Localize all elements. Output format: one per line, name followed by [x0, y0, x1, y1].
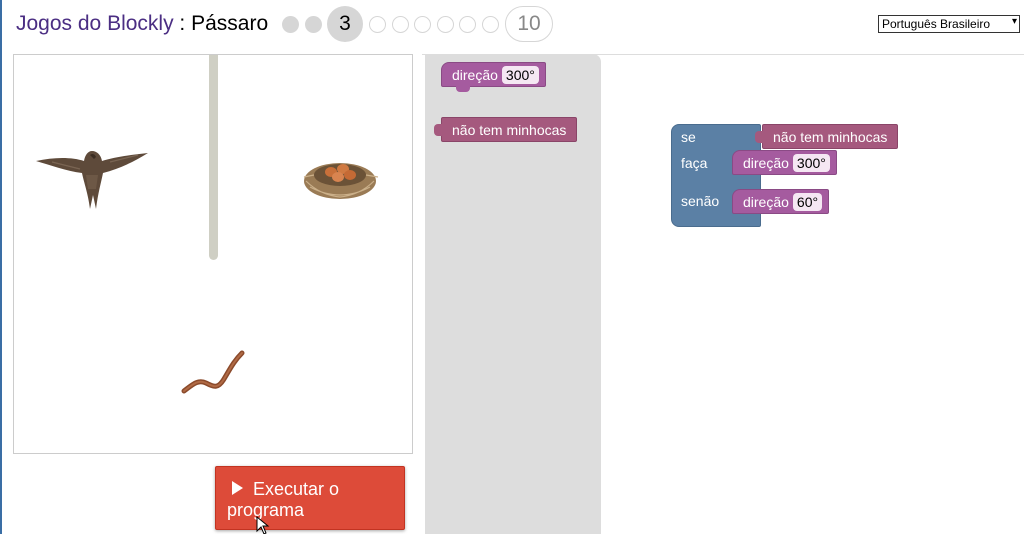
play-icon	[232, 481, 243, 495]
else-heading-angle-field[interactable]: 60°	[792, 192, 823, 211]
game-name: Pássaro	[191, 12, 269, 35]
nest-icon	[303, 163, 379, 199]
chevron-down-icon: ▾	[1011, 16, 1017, 27]
program-heading-block-else[interactable]: direção 60°	[732, 189, 830, 214]
level-selector: 3 10	[282, 6, 553, 42]
do-label: faça	[681, 155, 708, 171]
level-7-link[interactable]	[436, 15, 454, 33]
run-program-button[interactable]: Executar o programa	[215, 466, 405, 530]
program-heading-block-do[interactable]: direção 300°	[732, 150, 837, 175]
page-title: Jogos do Blockly : Pássaro	[16, 12, 268, 36]
language-select-value: Português Brasileiro	[882, 17, 991, 31]
mouse-cursor-icon	[256, 516, 270, 534]
block-connector	[456, 86, 470, 92]
toolbox-no-worm-block[interactable]: não tem minhocas	[434, 117, 578, 142]
else-heading-label: direção	[743, 193, 789, 210]
if-label: se	[681, 129, 696, 145]
run-program-label: Executar o programa	[227, 479, 340, 520]
level-6-link[interactable]	[414, 15, 431, 33]
level-10-link[interactable]: 10	[505, 6, 553, 42]
level-8-link[interactable]	[459, 15, 476, 33]
level-current-indicator: 3	[327, 6, 363, 42]
heading-angle-field[interactable]: 300°	[501, 65, 539, 84]
program-no-worm-block[interactable]: não tem minhocas	[755, 124, 899, 149]
do-heading-angle-field[interactable]: 300°	[792, 153, 830, 172]
game-visualization	[13, 54, 413, 454]
app-title-link[interactable]: Jogos do Blockly	[16, 12, 174, 35]
level-2-link[interactable]	[304, 15, 322, 33]
level-9-link[interactable]	[481, 15, 499, 33]
level-4-link[interactable]	[369, 15, 386, 33]
worm-icon	[181, 350, 245, 394]
else-label: senão	[681, 193, 720, 209]
program-condition-label: não tem minhocas	[773, 128, 888, 145]
level-1-link[interactable]	[282, 15, 299, 33]
do-heading-label: direção	[743, 154, 789, 171]
heading-block-label: direção	[452, 66, 498, 83]
toolbox-heading-block[interactable]: direção 300°	[441, 62, 546, 92]
language-select[interactable]: Português Brasileiro ▾	[878, 15, 1020, 33]
window-edge	[0, 0, 2, 534]
level-5-link[interactable]	[391, 15, 409, 33]
header: Jogos do Blockly : Pássaro 3 10 Portuguê…	[0, 0, 1024, 48]
block-connector	[434, 124, 442, 136]
wall	[209, 55, 218, 260]
no-worm-block-label: não tem minhocas	[452, 121, 567, 138]
title-separator: :	[173, 12, 192, 35]
block-connector	[755, 131, 763, 143]
bird-icon	[36, 151, 148, 209]
